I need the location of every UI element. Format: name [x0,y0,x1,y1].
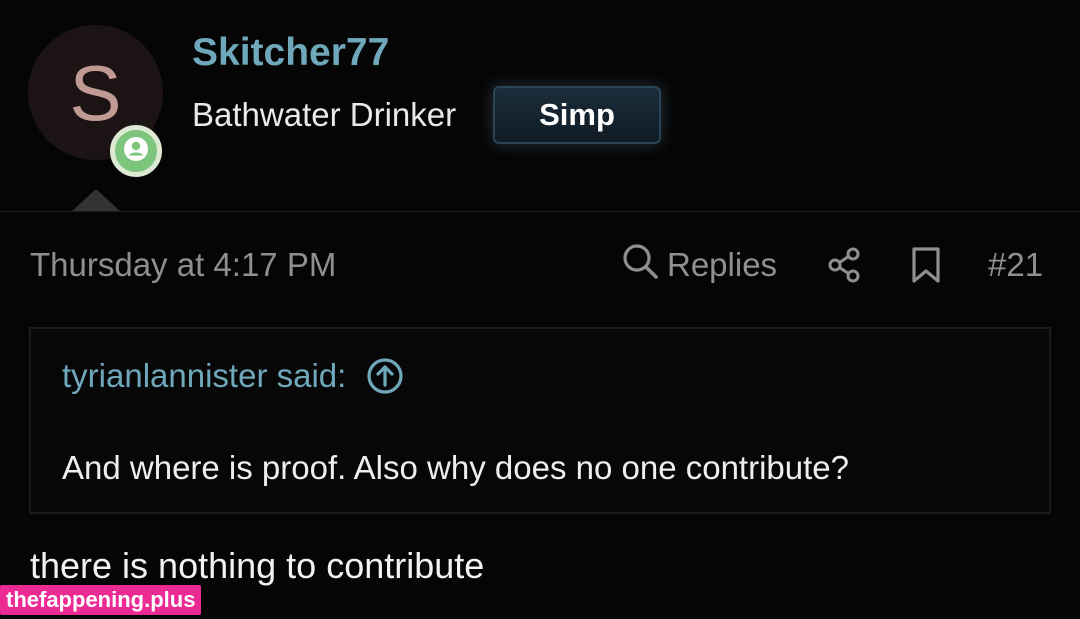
post-actions-bar: Replies #21 [0,240,1080,290]
watermark: thefappening.plus [0,585,202,615]
quote-text: And where is proof. Also why does no one… [62,449,849,486]
search-icon [621,242,667,288]
username-link[interactable]: Skitcher77 [192,30,389,76]
user-banner: Simp [493,86,661,144]
online-status-badge [110,125,162,177]
quote-header[interactable]: tyrianlannister said: [62,355,404,397]
header-divider [0,211,1080,212]
share-button[interactable] [826,246,864,284]
post-page: S Skitcher77 Bathwater Drinker Simp Thur… [0,0,1080,619]
user-online-icon [123,136,149,167]
avatar-container[interactable]: S [28,25,163,177]
post-number-link[interactable]: #21 [988,244,1043,286]
post-message: there is nothing to contribute [30,545,485,586]
arrow-up-circle-icon[interactable] [366,357,404,395]
user-title: Bathwater Drinker [192,96,457,133]
message-pointer-arrow [71,189,121,212]
share-icon [826,247,864,288]
replies-button[interactable]: Replies [621,240,777,290]
avatar-letter: S [69,48,122,137]
quote-block: tyrianlannister said: And where is proof… [29,327,1051,514]
replies-label: Replies [667,246,778,283]
user-banner-label: Simp [539,97,615,132]
bookmark-button[interactable] [909,246,943,284]
bookmark-icon [909,247,943,288]
quote-author[interactable]: tyrianlannister said: [62,355,346,397]
